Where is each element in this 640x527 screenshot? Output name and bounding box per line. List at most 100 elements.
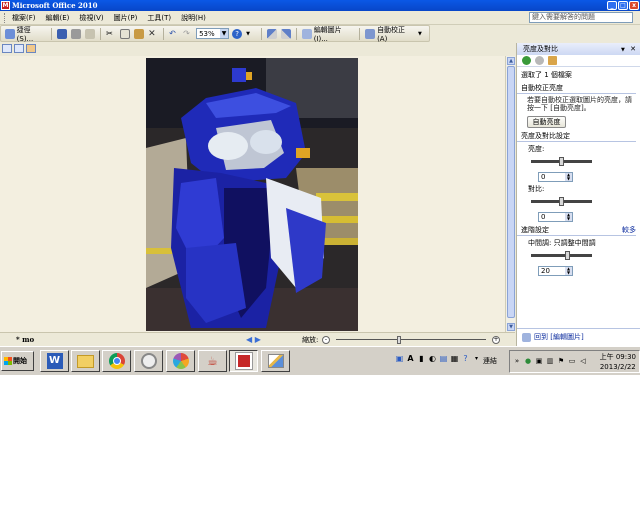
- zoom-in-icon[interactable]: +: [492, 336, 500, 344]
- taskbar-app-picture-manager[interactable]: [229, 350, 258, 372]
- cut-button[interactable]: ✂: [105, 27, 117, 40]
- copy-button[interactable]: [119, 27, 131, 40]
- save-button[interactable]: [56, 27, 68, 40]
- close-button[interactable]: x: [629, 1, 639, 10]
- midtone-spinner[interactable]: 20 ▲ ▼: [538, 266, 573, 276]
- zoom-out-icon[interactable]: -: [322, 336, 330, 344]
- undo-button[interactable]: ↶: [168, 27, 180, 40]
- soft-keyboard-icon[interactable]: ▦: [450, 353, 459, 364]
- volume-icon[interactable]: ◁: [579, 357, 587, 366]
- toolbar-options-button[interactable]: ▼: [245, 27, 257, 40]
- taskbar-app-explorer[interactable]: [71, 350, 100, 372]
- ime-icon[interactable]: ▣: [395, 353, 404, 364]
- midtone-slider[interactable]: [531, 251, 592, 264]
- back-to-edit-link[interactable]: 回到 [編輯圖片]: [534, 332, 584, 342]
- help-icon[interactable]: ?: [461, 353, 470, 364]
- vertical-scrollbar[interactable]: ▲ ▼: [505, 56, 515, 332]
- help-question-input[interactable]: 鍵入需要解答的問題: [529, 12, 633, 23]
- auto-brightness-description: 若要自動校正選取圖片的亮度，請按一下 [自動亮度]。: [527, 96, 632, 112]
- picture-canvas: [0, 56, 505, 332]
- spinner-arrows-icon[interactable]: ▲ ▼: [565, 173, 572, 181]
- midtone-value: 20: [541, 267, 550, 275]
- filmstrip-view-icon[interactable]: [14, 44, 24, 53]
- shield-icon[interactable]: ▣: [535, 357, 543, 366]
- toolbar-options-button[interactable]: ▼: [417, 27, 429, 40]
- more-link[interactable]: 較多: [622, 225, 636, 235]
- security-icon[interactable]: ●: [524, 357, 532, 366]
- start-button[interactable]: 開始: [1, 351, 34, 371]
- toolbar-separator: [261, 27, 263, 40]
- taskbar-app-java[interactable]: ☕: [198, 350, 227, 372]
- brightness-slider-knob[interactable]: [559, 157, 564, 166]
- zoom-slider-knob[interactable]: [397, 336, 402, 344]
- menu-bar: 檔案(F) 編輯(E) 檢視(V) 圖片(P) 工具(T) 說明(H) 鍵入需要…: [0, 11, 640, 25]
- rotate-right-button[interactable]: [280, 27, 292, 40]
- next-picture-icon[interactable]: ▶: [255, 335, 261, 344]
- menu-help[interactable]: 說明(H): [181, 13, 206, 23]
- email-button[interactable]: [84, 27, 96, 40]
- taskbar-app-picasa[interactable]: [166, 350, 195, 372]
- spinner-arrows-icon[interactable]: ▲ ▼: [565, 213, 572, 221]
- back-to-edit-row[interactable]: 回到 [編輯圖片]: [517, 328, 640, 342]
- office-app-icon[interactable]: M: [1, 1, 10, 10]
- monitor-icon[interactable]: ▭: [568, 357, 576, 366]
- contrast-spinner[interactable]: 0 ▲ ▼: [538, 212, 573, 222]
- scroll-down-icon[interactable]: ▼: [507, 323, 515, 331]
- toolbar-separator: [163, 27, 165, 40]
- contrast-slider-knob[interactable]: [559, 197, 564, 206]
- single-picture-view-icon[interactable]: [26, 44, 36, 53]
- zoom-combo[interactable]: 53% ▼: [196, 28, 230, 39]
- word-icon: W: [46, 353, 63, 369]
- menu-view[interactable]: 檢視(V): [79, 13, 103, 23]
- print-button[interactable]: [70, 27, 82, 40]
- menu-grip[interactable]: [4, 12, 7, 23]
- network-icon[interactable]: ▥: [546, 357, 554, 366]
- menu-tools[interactable]: 工具(T): [147, 13, 171, 23]
- chevron-right-icon[interactable]: »: [513, 357, 521, 366]
- forward-icon[interactable]: [535, 56, 544, 65]
- zoom-slider[interactable]: - +: [322, 336, 500, 344]
- notes-icon[interactable]: ▤: [439, 353, 448, 364]
- keyboard-icon[interactable]: ▮: [417, 353, 426, 364]
- taskbar-app-paint[interactable]: [261, 350, 290, 372]
- redo-button[interactable]: ↷: [182, 27, 194, 40]
- links-toolbar[interactable]: 連結: [483, 356, 497, 366]
- help-button[interactable]: ?: [231, 27, 243, 40]
- brightness-spinner[interactable]: 0 ▲ ▼: [538, 172, 573, 182]
- clock[interactable]: 上午 09:30 2013/2/22: [600, 352, 636, 372]
- scroll-thumb[interactable]: [507, 66, 515, 318]
- home-icon[interactable]: [548, 56, 557, 65]
- input-mode-icon[interactable]: ◐: [428, 353, 437, 364]
- toolbar-separator: [51, 27, 53, 40]
- menu-file[interactable]: 檔案(F): [12, 13, 36, 23]
- task-pane-menu-icon[interactable]: ▼: [621, 47, 625, 53]
- menu-picture[interactable]: 圖片(P): [114, 13, 138, 23]
- previous-picture-icon[interactable]: ◀: [246, 335, 252, 344]
- maximize-button[interactable]: □: [618, 1, 628, 10]
- close-icon[interactable]: ✕: [630, 45, 636, 53]
- menu-edit[interactable]: 編輯(E): [46, 13, 70, 23]
- taskbar-app-chrome[interactable]: [102, 350, 131, 372]
- font-a-icon[interactable]: A: [406, 353, 415, 364]
- auto-correct-button[interactable]: 自動校正(A): [364, 26, 415, 43]
- contrast-slider[interactable]: [531, 197, 592, 210]
- rotate-left-button[interactable]: [266, 27, 278, 40]
- paste-button[interactable]: [133, 27, 145, 40]
- taskbar-app-system-check[interactable]: [134, 350, 163, 372]
- spinner-arrows-icon[interactable]: ▲ ▼: [565, 267, 572, 275]
- restore-icon[interactable]: ▾: [472, 353, 481, 364]
- brightness-slider[interactable]: [531, 157, 592, 170]
- midtone-slider-knob[interactable]: [564, 251, 570, 260]
- scroll-up-icon[interactable]: ▲: [507, 57, 515, 65]
- delete-button[interactable]: ✕: [147, 27, 159, 40]
- back-icon[interactable]: [522, 56, 531, 65]
- chevron-down-icon[interactable]: ▼: [220, 29, 229, 38]
- minimize-button[interactable]: _: [607, 1, 617, 10]
- thumbnail-view-icon[interactable]: [2, 44, 12, 53]
- edit-pictures-button[interactable]: 編輯圖片(I)...: [301, 26, 355, 43]
- auto-brightness-button[interactable]: 自動亮度: [527, 116, 566, 128]
- contrast-label: 對比:: [528, 185, 545, 193]
- shortcuts-button[interactable]: 捷徑(S)...: [4, 26, 47, 43]
- taskbar-app-word[interactable]: W: [40, 350, 69, 372]
- flag-icon[interactable]: ⚑: [557, 357, 565, 366]
